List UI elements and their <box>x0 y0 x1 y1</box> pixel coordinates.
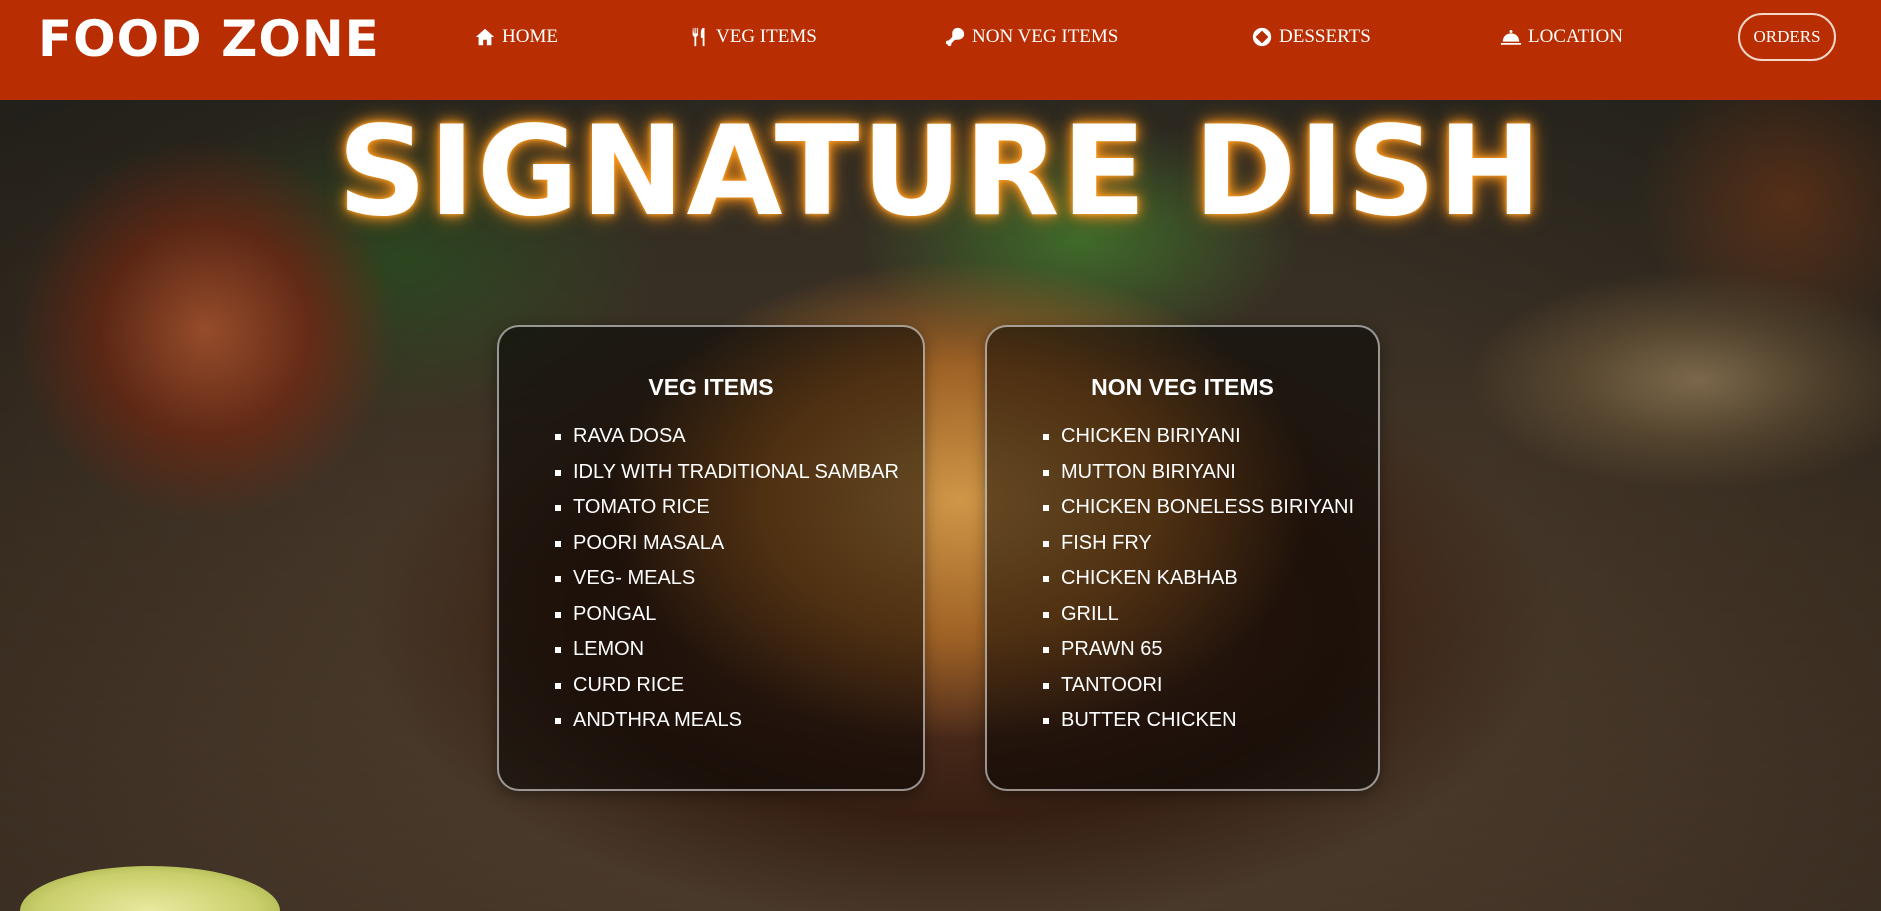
list-item: CHICKEN KABHAB <box>1061 561 1378 597</box>
list-item: GRILL <box>1061 597 1378 633</box>
list-item: TOMATO RICE <box>573 490 923 526</box>
nav-home-label: HOME <box>502 26 558 47</box>
home-icon <box>474 26 496 48</box>
orders-button[interactable]: ORDERS <box>1738 13 1836 61</box>
page: FOOD ZONE HOME VEG ITEMS NON VEG ITEMS D… <box>0 0 1881 911</box>
veg-menu-list: RAVA DOSA IDLY WITH TRADITIONAL SAMBAR T… <box>499 419 923 739</box>
nav-non-veg-items-label: NON VEG ITEMS <box>972 26 1119 47</box>
list-item: IDLY WITH TRADITIONAL SAMBAR <box>573 455 923 491</box>
list-item: LEMON <box>573 632 923 668</box>
list-item: FISH FRY <box>1061 526 1378 562</box>
veg-menu-title: VEG ITEMS <box>648 374 774 400</box>
list-item: CHICKEN BIRIYANI <box>1061 419 1378 455</box>
list-item: BUTTER CHICKEN <box>1061 703 1378 739</box>
cookie-icon <box>1251 26 1273 48</box>
list-item: MUTTON BIRIYANI <box>1061 455 1378 491</box>
navbar: FOOD ZONE HOME VEG ITEMS NON VEG ITEMS D… <box>0 0 1881 100</box>
utensils-icon <box>688 26 710 48</box>
page-title: SIGNATURE DISH <box>337 100 1544 244</box>
nav-veg-items[interactable]: VEG ITEMS <box>688 26 817 48</box>
drumstick-icon <box>944 26 966 48</box>
nav-location-label: LOCATION <box>1528 26 1623 47</box>
brand-logo[interactable]: FOOD ZONE <box>38 10 380 68</box>
list-item: PONGAL <box>573 597 923 633</box>
non-veg-menu-title: NON VEG ITEMS <box>1091 374 1274 400</box>
list-item: VEG- MEALS <box>573 561 923 597</box>
cloche-icon <box>1500 26 1522 48</box>
list-item: PRAWN 65 <box>1061 632 1378 668</box>
list-item: ANDTHRA MEALS <box>573 703 923 739</box>
nav-veg-items-label: VEG ITEMS <box>716 26 817 47</box>
nav-home[interactable]: HOME <box>474 26 558 48</box>
nav-desserts-label: DESSERTS <box>1279 26 1371 47</box>
list-item: CURD RICE <box>573 668 923 704</box>
list-item: CHICKEN BONELESS BIRIYANI <box>1061 490 1378 526</box>
non-veg-menu-list: CHICKEN BIRIYANI MUTTON BIRIYANI CHICKEN… <box>987 419 1378 739</box>
list-item: TANTOORI <box>1061 668 1378 704</box>
nav-location[interactable]: LOCATION <box>1500 26 1623 48</box>
list-item: RAVA DOSA <box>573 419 923 455</box>
nav-non-veg-items[interactable]: NON VEG ITEMS <box>944 26 1118 48</box>
veg-menu-card: VEG ITEMS RAVA DOSA IDLY WITH TRADITIONA… <box>497 325 925 791</box>
nav-desserts[interactable]: DESSERTS <box>1251 26 1371 48</box>
non-veg-menu-card: NON VEG ITEMS CHICKEN BIRIYANI MUTTON BI… <box>985 325 1380 791</box>
list-item: POORI MASALA <box>573 526 923 562</box>
